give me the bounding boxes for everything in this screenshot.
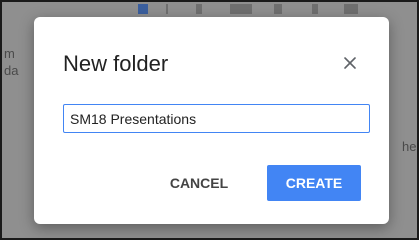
close-button[interactable] — [339, 52, 361, 74]
dialog-title: New folder — [63, 51, 169, 76]
app-window: m da he New folder CANCEL CREATE — [0, 0, 419, 240]
background-toolbar-icon — [344, 4, 358, 14]
background-toolbar-icon — [312, 4, 318, 14]
cancel-button[interactable]: CANCEL — [159, 165, 239, 201]
background-toolbar-icon — [274, 4, 282, 14]
folder-name-input[interactable] — [63, 104, 370, 133]
background-text: m — [4, 46, 15, 61]
close-icon — [344, 57, 356, 69]
create-button[interactable]: CREATE — [267, 165, 361, 201]
background-text: he — [402, 139, 417, 154]
background-toolbar-icon — [230, 4, 252, 14]
background-toolbar-icon — [138, 4, 148, 14]
new-folder-dialog: New folder CANCEL CREATE — [34, 17, 389, 224]
background-text: da — [4, 63, 19, 78]
background-toolbar — [102, 2, 402, 18]
background-toolbar-divider — [166, 4, 168, 14]
background-toolbar-icon — [196, 4, 202, 14]
